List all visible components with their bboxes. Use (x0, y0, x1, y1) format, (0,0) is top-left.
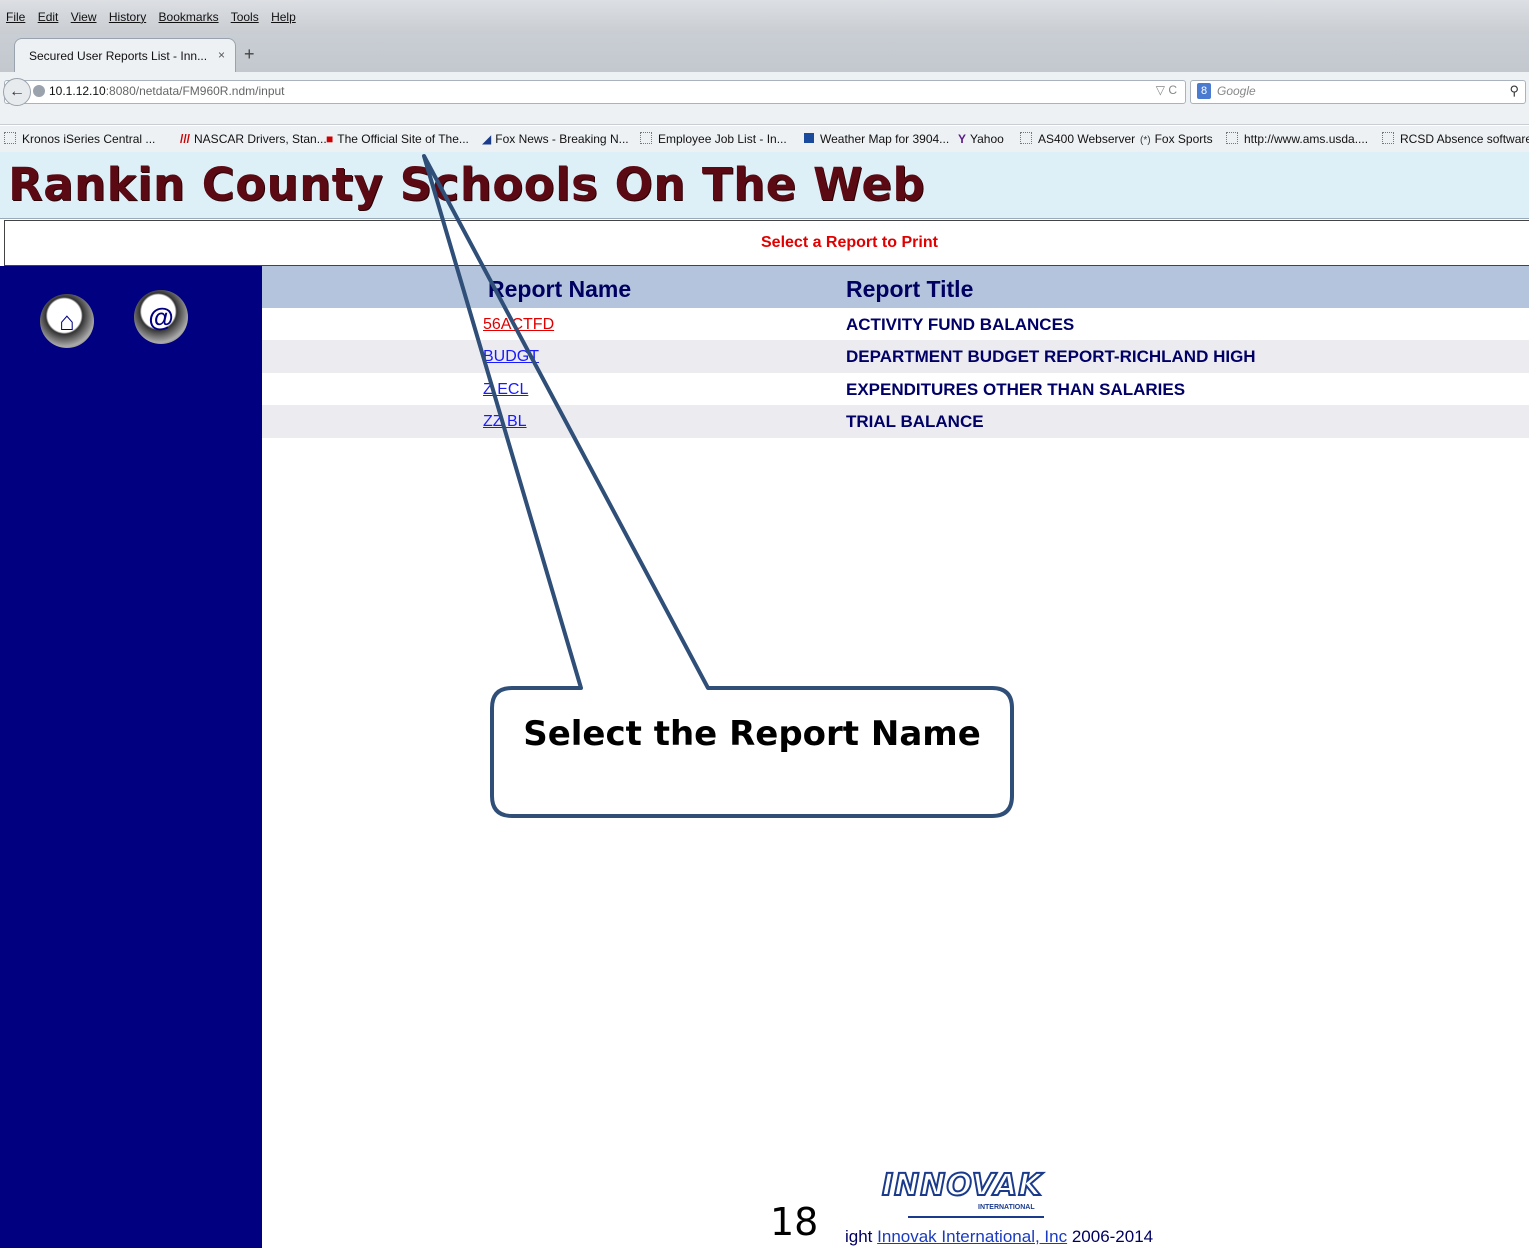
google-icon[interactable]: 8 (1197, 83, 1211, 99)
copyright-notice: ight Innovak International, Inc 2006-201… (845, 1227, 1153, 1247)
report-title: EXPENDITURES OTHER THAN SALARIES (846, 380, 1186, 399)
fox-news-icon: ◢ (482, 132, 492, 146)
search-placeholder: Google (1217, 84, 1256, 98)
bookmark-nascar[interactable]: ///NASCAR Drivers, Stan... (180, 132, 327, 146)
page-icon (1020, 132, 1032, 144)
bookmark-label: Fox Sports (1154, 132, 1213, 146)
navigation-bar: ← 10.1.12.10:8080/netdata/FM960R.ndm/inp… (0, 72, 1529, 125)
reload-icon[interactable]: ▽ C (1156, 83, 1177, 97)
report-table-header: Report Name Report Title (262, 266, 1529, 308)
report-title: TRIAL BALANCE (846, 412, 984, 431)
innovak-logo-text: INNOVAK (881, 1167, 1043, 1204)
table-row: Z ECL EXPENDITURES OTHER THAN SALARIES (262, 373, 1529, 406)
bookmark-label: NASCAR Drivers, Stan... (194, 132, 327, 146)
table-row: BUDGT DEPARTMENT BUDGET REPORT-RICHLAND … (262, 340, 1529, 373)
innovak-logo: INNOVAK INTERNATIONAL (878, 1167, 1044, 1218)
yahoo-icon: Y (958, 132, 967, 146)
copyright-years: 2006-2014 (1067, 1227, 1154, 1246)
bookmark-as400[interactable]: AS400 Webserver (1020, 132, 1135, 146)
browser-tab[interactable]: Secured User Reports List - Inn... × (14, 38, 236, 73)
menu-bar: File Edit View History Bookmarks Tools H… (0, 0, 1529, 34)
fox-sports-icon: (*) (1140, 135, 1151, 146)
address-bar[interactable]: ← 10.1.12.10:8080/netdata/FM960R.ndm/inp… (3, 78, 1186, 106)
bookmark-label: AS400 Webserver (1038, 132, 1136, 146)
table-row: 56ACTFD ACTIVITY FUND BALANCES (262, 308, 1529, 341)
menu-help[interactable]: Help (271, 10, 296, 24)
bookmark-label: Weather Map for 3904... (820, 132, 950, 146)
menu-bookmarks[interactable]: Bookmarks (159, 10, 219, 24)
sidebar: ⌂ @ (0, 266, 262, 1248)
url-path: :8080/netdata/FM960R.ndm/input (105, 84, 285, 98)
bookmark-label: http://www.ams.usda.... (1244, 132, 1369, 146)
menu-tools[interactable]: Tools (231, 10, 259, 24)
home-icon: ⌂ (59, 306, 75, 336)
home-button[interactable]: ⌂ (40, 294, 94, 348)
bookmark-yahoo[interactable]: Y Yahoo (958, 132, 1004, 146)
bookmark-label: Fox News - Breaking N... (495, 132, 629, 146)
menu-edit[interactable]: Edit (38, 10, 59, 24)
bookmark-employee-job-list[interactable]: Employee Job List - In... (640, 132, 787, 146)
search-input[interactable]: 8 Google ⚲ (1190, 80, 1526, 104)
report-name-link[interactable]: Z ECL (483, 381, 528, 399)
weather-icon (804, 133, 814, 143)
bookmark-label: RCSD Absence software (1400, 132, 1529, 146)
bookmark-weather-map[interactable]: Weather Map for 3904... (804, 132, 949, 146)
site-title: Rankin County Schools On The Web (8, 158, 926, 211)
tab-strip: Secured User Reports List - Inn... × + (0, 34, 1529, 73)
innovak-link[interactable]: Innovak International, Inc (877, 1227, 1067, 1246)
back-arrow-icon[interactable]: ← (3, 78, 31, 106)
page-instruction: Select a Report to Print (761, 234, 938, 251)
innovak-logo-subtext: INTERNATIONAL (978, 1204, 1035, 1211)
menu-history[interactable]: History (109, 10, 146, 24)
bookmark-ams-usda[interactable]: http://www.ams.usda.... (1226, 132, 1368, 146)
bookmark-label: Yahoo (970, 132, 1004, 146)
url-host: 10.1.12.10 (49, 84, 106, 98)
report-name-link[interactable]: 56ACTFD (483, 316, 554, 334)
bookmark-label: Kronos iSeries Central ... (22, 132, 156, 146)
page-icon (640, 132, 652, 144)
tab-title: Secured User Reports List - Inn... (29, 49, 208, 63)
callout-text: Select the Report Name (523, 714, 981, 754)
menu-view[interactable]: View (71, 10, 97, 24)
site-banner: Rankin County Schools On The Web (0, 152, 1529, 219)
subheader-bar: Select a Report to Print (4, 220, 1529, 266)
url-text: 10.1.12.10:8080/netdata/FM960R.ndm/input (49, 84, 285, 98)
bookmark-official-site[interactable]: ■ The Official Site of The... (326, 132, 469, 146)
table-row: ZZ BL TRIAL BALANCE (262, 405, 1529, 438)
close-tab-icon[interactable]: × (218, 48, 225, 62)
column-header-report-title: Report Title (846, 276, 974, 302)
report-title: DEPARTMENT BUDGET REPORT-RICHLAND HIGH (846, 347, 1256, 366)
bookmark-label: The Official Site of The... (337, 132, 469, 146)
page-icon (4, 132, 16, 144)
logo-underline (908, 1216, 1044, 1218)
page-number: 18 (770, 1200, 819, 1244)
magnifier-icon[interactable]: ⚲ (1509, 83, 1519, 99)
bookmark-rcsd[interactable]: RCSD Absence software (1382, 132, 1529, 146)
bookmark-fox-sports[interactable]: (*) Fox Sports (1140, 132, 1213, 146)
bookmark-kronos[interactable]: Kronos iSeries Central ... (4, 132, 155, 146)
report-name-link[interactable]: BUDGT (483, 348, 539, 366)
page-icon (1226, 132, 1238, 144)
bookmarks-toolbar: Kronos iSeries Central ... ///NASCAR Dri… (0, 126, 1529, 153)
bookmark-fox-news[interactable]: ◢ Fox News - Breaking N... (482, 132, 629, 146)
nascar-icon: /// (180, 132, 191, 146)
column-header-report-name: Report Name (488, 276, 632, 302)
report-name-link[interactable]: ZZ BL (483, 413, 527, 431)
flag-icon: ■ (326, 132, 334, 146)
bookmark-label: Employee Job List - In... (658, 132, 787, 146)
report-title: ACTIVITY FUND BALANCES (846, 315, 1075, 334)
new-tab-button[interactable]: + (244, 44, 255, 65)
email-button[interactable]: @ (134, 290, 188, 344)
globe-icon (33, 85, 45, 97)
page-icon (1382, 132, 1394, 144)
menu-file[interactable]: File (6, 10, 25, 24)
email-icon: @ (148, 302, 174, 332)
copyright-prefix: ight (845, 1227, 878, 1246)
